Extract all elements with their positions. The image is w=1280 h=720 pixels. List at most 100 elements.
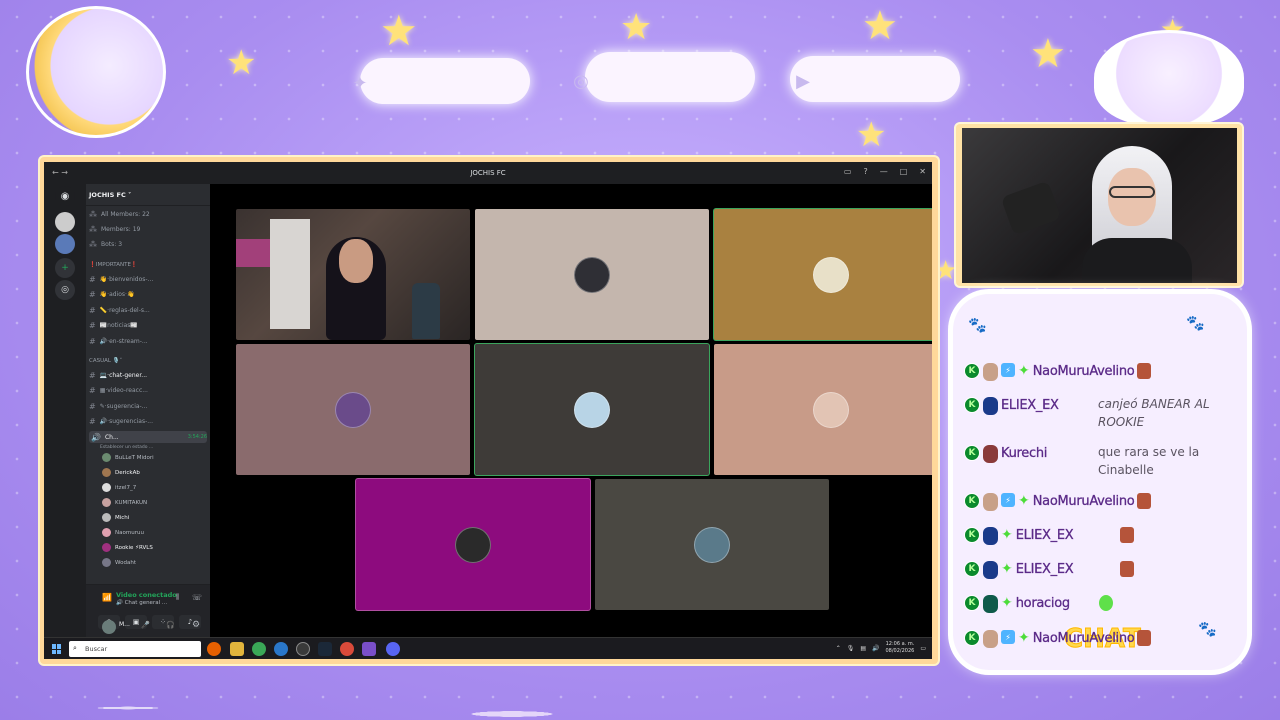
video-tile[interactable] [475,209,709,340]
server-icon[interactable] [55,212,75,232]
voice-member[interactable]: KUMITAKUN [102,498,147,507]
bottle [412,283,440,339]
sparkle-icon: ✦ [1018,493,1030,509]
video-call-stage [210,184,932,637]
folder-icon[interactable] [230,642,244,656]
back-arrow-icon[interactable]: ← → [52,168,68,177]
notification-icon[interactable]: ▭ [920,645,926,652]
discord-icon[interactable] [386,642,400,656]
sparkle-icon: ✦ [1018,630,1030,646]
chevron-up-icon[interactable]: ⌃ [836,645,841,652]
volume-icon[interactable]: 🔊 [872,645,879,652]
add-server-icon[interactable]: + [55,258,75,278]
category-casual[interactable]: CASUAL 🎙️˅ [89,355,122,367]
server-icon[interactable] [55,234,75,254]
voice-member[interactable]: Naomuruu [102,528,144,537]
kick-icon: K [964,561,980,577]
chat-message: K ⚡ ✦ NaoMuruAvelino [964,630,1152,648]
chat-username: ELIEX_EX [1015,528,1074,543]
video-tile[interactable] [714,209,932,340]
video-tile[interactable] [714,344,932,475]
noise-icon[interactable]: ⫼ [176,593,179,602]
explore-icon[interactable]: ◎ [55,280,75,300]
video-tile[interactable] [475,344,709,475]
emote-icon [1137,493,1152,509]
room-poster [236,239,270,267]
avatar [813,256,849,293]
app-icon[interactable] [362,642,376,656]
server-name[interactable]: JOCHIS FC ˅ [86,184,210,206]
avatar [983,595,998,613]
chat-username: NaoMuruAvelino [1032,631,1135,646]
kick-icon: K [964,527,980,543]
star-icon: ★ [380,6,418,55]
voice-member[interactable]: BuLLeT Midori [102,453,154,462]
room-window [270,219,310,329]
chat-message: K ⚡ ✦ NaoMuruAvelino [964,363,1152,381]
taskbar-clock[interactable]: 12:06 a. m. 08/02/2026 [886,641,915,655]
channel-item[interactable]: # ▦·video-reacc... [89,384,148,396]
kick-icon: K [964,445,980,461]
minimize-icon[interactable]: — [880,167,888,176]
chat-username: Kurechi [1001,446,1048,461]
voice-member[interactable]: Wodaht [102,558,136,567]
steam-icon[interactable] [318,642,332,656]
inbox-icon[interactable]: ▭ [844,167,852,176]
badge-icon: ⚡ [1001,363,1015,377]
channel-item[interactable]: # 💻·chat-gener... [89,369,147,381]
chat-message: K ✦ horaciog [964,595,1113,613]
chrome-icon[interactable] [340,642,354,656]
emote-icon [1098,595,1113,611]
chat-username: ELIEX_EX [1015,562,1074,577]
headset-icon[interactable]: 🎧 [166,621,175,629]
channel-item[interactable]: # ✎·sugerencia-... [89,400,147,412]
maximize-icon[interactable]: □ [900,167,908,176]
voice-member[interactable]: Michi [102,513,129,522]
voice-status-title: Video conectado [116,591,177,599]
channel-item[interactable]: # 👋·bienvenidos-... [89,273,153,285]
obs-icon[interactable] [296,642,310,656]
video-tile[interactable] [356,479,590,610]
cat-moon-mascot [26,6,166,138]
firefox-icon[interactable] [207,642,221,656]
close-icon[interactable]: ✕ [919,167,926,176]
channel-item[interactable]: # 📏·reglas-del-s... [89,304,150,316]
channel-item[interactable]: # 📰noticias📰 [89,319,138,331]
avatar [983,493,998,511]
emote-icon [1120,527,1135,543]
voice-member[interactable]: Rookie ⚡RVLS [102,543,153,552]
windows-start-icon[interactable] [52,644,62,654]
voice-member[interactable]: itzel7_7 [102,483,136,492]
channel-sidebar: JOCHIS FC ˅ ⁂ All Members: 22 ⁂ Members: 1… [86,184,210,638]
star-icon: ★ [226,43,257,83]
streamer-glasses [1109,186,1155,198]
voice-status-channel[interactable]: 🔊 Chat general ... [116,600,167,606]
video-tile-live[interactable] [236,209,470,340]
avatar[interactable] [102,620,116,634]
chat-panel [953,294,1247,670]
avatar [574,391,610,428]
system-tray: ⌃ 🎙 ▤ 🔊 12:06 a. m. 08/02/2026 ▭ [836,641,926,655]
voice-member[interactable]: DerickAb [102,468,140,477]
channel-item[interactable]: # 👋·adios·👋 [89,288,134,300]
network-icon[interactable]: ▤ [860,645,866,652]
category-importante[interactable]: ❗IMPORTANTE❗ [89,259,138,271]
avatar [574,256,610,293]
mic-icon[interactable]: 🎙 [847,645,855,652]
taskbar-search-input[interactable]: ⌕ Buscar [69,641,201,657]
help-icon[interactable]: ? [863,167,867,176]
chrome-icon[interactable] [252,642,266,656]
video-tile[interactable] [595,479,829,610]
discord-home-icon[interactable]: ◉ [55,186,75,206]
settings-gear-icon[interactable]: ⚙ [192,620,200,630]
ccleaner-icon[interactable] [274,642,288,656]
channel-item[interactable]: # 🔊·en-stream-... [89,335,148,347]
video-tile[interactable] [236,344,470,475]
instagram-icon: ◎ [573,70,589,92]
kick-icon: K [964,363,980,379]
mic-icon[interactable]: 🎤 [141,621,150,629]
emote-icon [1137,630,1152,646]
chat-username: NaoMuruAvelino [1032,364,1135,379]
channel-item[interactable]: # 🔊·sugerencias-... [89,415,153,427]
disconnect-icon[interactable]: ☏ [192,593,202,602]
